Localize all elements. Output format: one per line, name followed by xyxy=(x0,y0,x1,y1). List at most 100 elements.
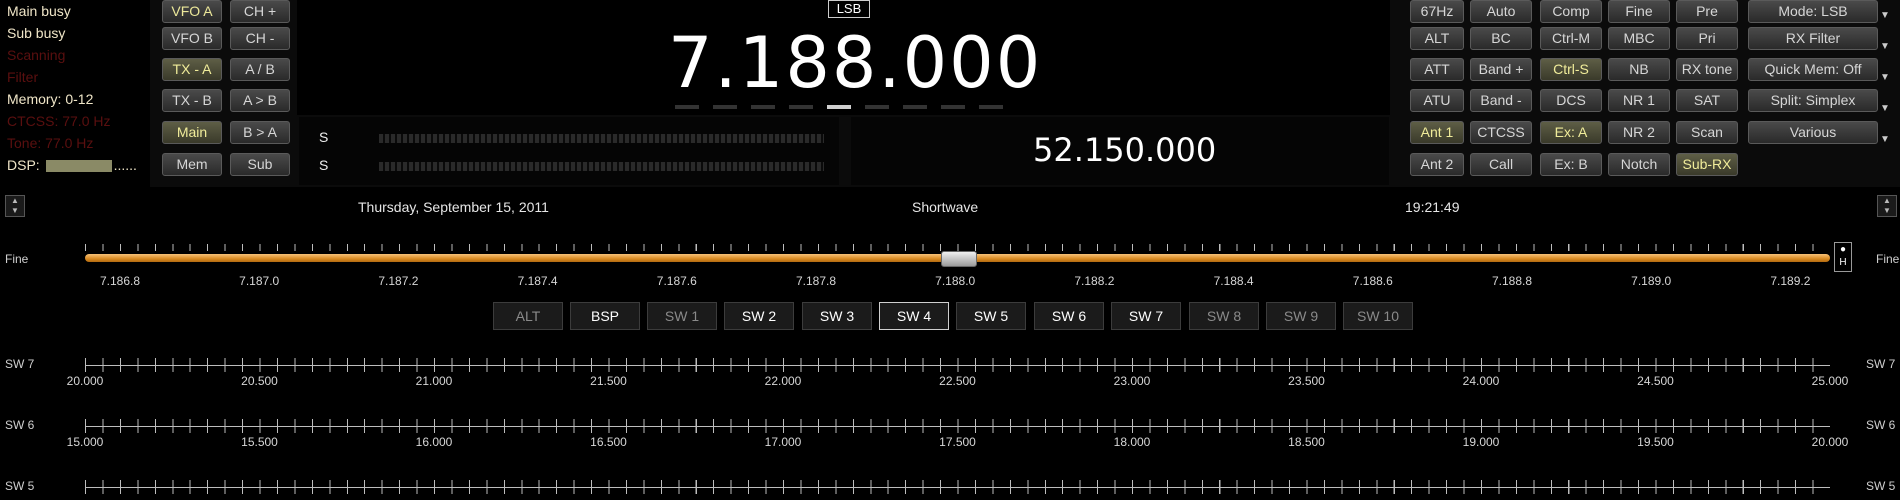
band-scale-tick-label: 21.500 xyxy=(590,374,627,388)
function-button[interactable]: Sub-RX xyxy=(1676,153,1738,176)
function-button[interactable]: DCS xyxy=(1540,89,1602,112)
quick-mem-dropdown[interactable]: Quick Mem: Off xyxy=(1748,58,1878,81)
function-button[interactable]: BC xyxy=(1470,27,1532,50)
tab-sw-6[interactable]: SW 6 xyxy=(1034,302,1104,330)
function-button[interactable]: Scan xyxy=(1676,121,1738,144)
function-button[interactable]: Ctrl-S xyxy=(1540,58,1602,81)
band-scale-label: SW 5 xyxy=(5,479,35,493)
function-button[interactable]: Auto xyxy=(1470,0,1532,23)
band-scale-tick-label: 23.000 xyxy=(1113,374,1151,388)
tx-a-button[interactable]: TX - A xyxy=(162,58,222,81)
main-button[interactable]: Main xyxy=(162,121,222,144)
function-button[interactable]: Pri xyxy=(1676,27,1738,50)
function-button[interactable]: Fine xyxy=(1608,0,1670,23)
tuning-slider-knob[interactable] xyxy=(941,251,977,267)
mem-button[interactable]: Mem xyxy=(162,153,222,176)
vfo-a-button[interactable]: VFO A xyxy=(162,0,222,23)
function-button[interactable]: MBC xyxy=(1608,27,1670,50)
band-scale-tick-label: 17.500 xyxy=(939,435,976,449)
band-scale-tick-label: 15.000 xyxy=(66,435,104,449)
function-button[interactable]: Call xyxy=(1470,153,1532,176)
band-scale-tick-label: 24.500 xyxy=(1637,374,1674,388)
tuning-tick-label: 7.188.8 xyxy=(1491,274,1533,288)
dsp-level-bar xyxy=(45,160,112,173)
band-scale-tick-label: 20.000 xyxy=(1811,435,1849,449)
pin-icon[interactable]: ● H xyxy=(1834,242,1852,272)
tab-alt[interactable]: ALT xyxy=(493,302,563,330)
mode-tag: LSB xyxy=(828,0,870,18)
a-to-b-button[interactable]: A > B xyxy=(230,89,290,112)
tuning-tick-label: 7.187.2 xyxy=(378,274,419,288)
function-button[interactable]: NB xyxy=(1608,58,1670,81)
vfo-b-button[interactable]: VFO B xyxy=(162,27,222,50)
tuning-tick-label: 7.188.2 xyxy=(1074,274,1115,288)
tab-sw-8[interactable]: SW 8 xyxy=(1189,302,1259,330)
band-scale-tick-label: 24.000 xyxy=(1462,374,1500,388)
dropdown-arrows: ▼ ▼ ▼ ▼ ▼ xyxy=(1880,0,1900,150)
function-button[interactable]: NR 1 xyxy=(1608,89,1670,112)
rx-filter-dropdown[interactable]: RX Filter xyxy=(1748,27,1878,50)
ch-minus-button[interactable]: CH - xyxy=(230,27,290,50)
s-meter-label-2: S xyxy=(319,157,329,173)
scroll-spinner-left[interactable]: ▲ ▼ xyxy=(5,195,25,217)
s-meter: S S xyxy=(299,117,839,185)
tuning-tick-label: 7.187.6 xyxy=(656,274,697,288)
tab-sw-7[interactable]: SW 7 xyxy=(1111,302,1181,330)
function-button[interactable]: ALT xyxy=(1410,27,1464,50)
tab-sw-5[interactable]: SW 5 xyxy=(956,302,1026,330)
tab-sw-10[interactable]: SW 10 xyxy=(1343,302,1413,330)
b-to-a-button[interactable]: B > A xyxy=(230,121,290,144)
tx-b-button[interactable]: TX - B xyxy=(162,89,222,112)
split-dropdown[interactable]: Split: Simplex xyxy=(1748,89,1878,112)
function-button[interactable]: Ant 1 xyxy=(1410,121,1464,144)
band-scale-tick-label: 19.500 xyxy=(1637,435,1674,449)
band-scale-label: SW 7 xyxy=(5,357,35,371)
tab-sw-9[interactable]: SW 9 xyxy=(1266,302,1336,330)
function-button[interactable]: Ctrl-M xyxy=(1540,27,1602,50)
various-dropdown[interactable]: Various xyxy=(1748,121,1878,144)
function-button[interactable]: SAT xyxy=(1676,89,1738,112)
tuning-tick-label: 7.189.2 xyxy=(1770,274,1811,288)
function-button[interactable]: Ex: B xyxy=(1540,153,1602,176)
function-button[interactable]: NR 2 xyxy=(1608,121,1670,144)
sub-frequency-panel: 52.150.000 xyxy=(851,117,1389,185)
ch-plus-button[interactable]: CH + xyxy=(230,0,290,23)
tab-sw-3[interactable]: SW 3 xyxy=(802,302,872,330)
dsp-indicator: DSP: ...... xyxy=(0,154,150,176)
s-meter-bar-2 xyxy=(379,162,824,171)
function-button[interactable]: Band + xyxy=(1470,58,1532,81)
band-scale-line[interactable] xyxy=(85,487,1830,488)
main-busy-indicator: Main busy xyxy=(7,3,71,19)
function-button[interactable]: Notch xyxy=(1608,153,1670,176)
function-button[interactable]: Band - xyxy=(1470,89,1532,112)
chevron-up-icon: ▲ xyxy=(11,196,19,205)
a-slash-b-button[interactable]: A / B xyxy=(230,58,290,81)
tuning-tick-label: 7.187.8 xyxy=(795,274,837,288)
function-button[interactable]: Ant 2 xyxy=(1410,153,1464,176)
band-scale-line[interactable] xyxy=(85,426,1830,427)
band-scale-tick-label: 22.000 xyxy=(764,374,802,388)
function-button[interactable]: CTCSS xyxy=(1470,121,1532,144)
chevron-down-icon[interactable]: ▼ ▼ ▼ ▼ ▼ xyxy=(1880,0,1900,155)
band-scale-label-right: SW 6 xyxy=(1866,418,1896,432)
function-button[interactable]: Comp xyxy=(1540,0,1602,23)
tab-bsp[interactable]: BSP xyxy=(570,302,640,330)
main-frequency-display[interactable]: 7.188.000 xyxy=(668,22,1042,104)
chevron-up-icon: ▲ xyxy=(1883,196,1891,205)
tab-sw-1[interactable]: SW 1 xyxy=(647,302,717,330)
band-name-label: Shortwave xyxy=(912,199,979,215)
function-button[interactable]: 67Hz xyxy=(1410,0,1464,23)
sub-frequency-display[interactable]: 52.150.000 xyxy=(1033,131,1216,169)
function-button[interactable]: ATU xyxy=(1410,89,1464,112)
function-button[interactable]: RX tone xyxy=(1676,58,1738,81)
tab-sw-2[interactable]: SW 2 xyxy=(724,302,794,330)
band-scale-line[interactable] xyxy=(85,365,1830,366)
scroll-spinner-right[interactable]: ▲ ▼ xyxy=(1877,195,1897,217)
chevron-down-icon: ▼ xyxy=(1883,206,1891,215)
function-button[interactable]: Pre xyxy=(1676,0,1738,23)
function-button[interactable]: ATT xyxy=(1410,58,1464,81)
tab-sw-4[interactable]: SW 4 xyxy=(879,302,949,330)
sub-button[interactable]: Sub xyxy=(230,153,290,176)
mode-dropdown[interactable]: Mode: LSB xyxy=(1748,0,1878,23)
function-button[interactable]: Ex: A xyxy=(1540,121,1602,144)
